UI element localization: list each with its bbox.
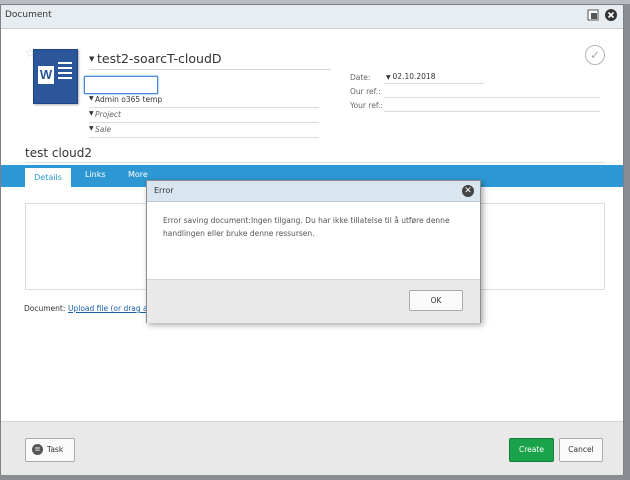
close-icon[interactable]: ✕ [462,185,474,197]
task-button[interactable]: ≡ Task [25,438,75,462]
dialog-footer: ≡ Task Create Cancel [1,421,623,475]
document-upload-label: Document: [24,304,66,313]
titlebar: Document [1,5,623,29]
close-icon[interactable] [605,9,617,21]
error-title: Error [154,186,174,195]
text-input[interactable] [84,76,158,94]
error-titlebar: Error ✕ [147,181,480,202]
tab-links[interactable]: Links [85,170,106,179]
project-field[interactable]: ▼ Project [89,108,319,123]
date-underline [384,83,484,84]
our-ref-label: Our ref.: [350,87,381,96]
create-button[interactable]: Create [509,438,554,462]
word-document-icon: W [33,49,78,104]
checkmark-circle-icon[interactable]: ✓ [585,45,605,65]
document-heading: test cloud2 [25,146,92,160]
your-ref-field[interactable] [384,111,600,112]
contact-field[interactable]: ▼ Admin o365 temp [89,93,319,108]
your-ref-label: Your ref.: [350,101,383,110]
document-title[interactable]: ▼ test2-soarcT-cloudD [89,49,331,70]
restore-icon[interactable] [587,9,599,21]
tab-more[interactable]: More [128,170,148,179]
upload-file-link[interactable]: Upload file (or drag ar [68,304,151,313]
date-label: Date: [350,73,371,82]
our-ref-field[interactable] [384,97,600,98]
tab-details[interactable]: Details [25,168,71,187]
window-title: Document [5,10,52,20]
date-value: 02.10.2018 [392,72,436,81]
error-dialog: Error ✕ Error saving document:Ingen tilg… [146,180,481,323]
sale-field[interactable]: ▼ Sale [89,123,319,138]
ok-button[interactable]: OK [409,290,463,311]
error-message: Error saving document:Ingen tilgang. Du … [163,216,450,238]
divider [25,162,605,163]
task-icon: ≡ [32,444,43,455]
error-footer: OK [147,279,480,323]
cancel-button[interactable]: Cancel [559,438,603,462]
date-field[interactable]: ▼ 02.10.2018 [386,72,435,81]
